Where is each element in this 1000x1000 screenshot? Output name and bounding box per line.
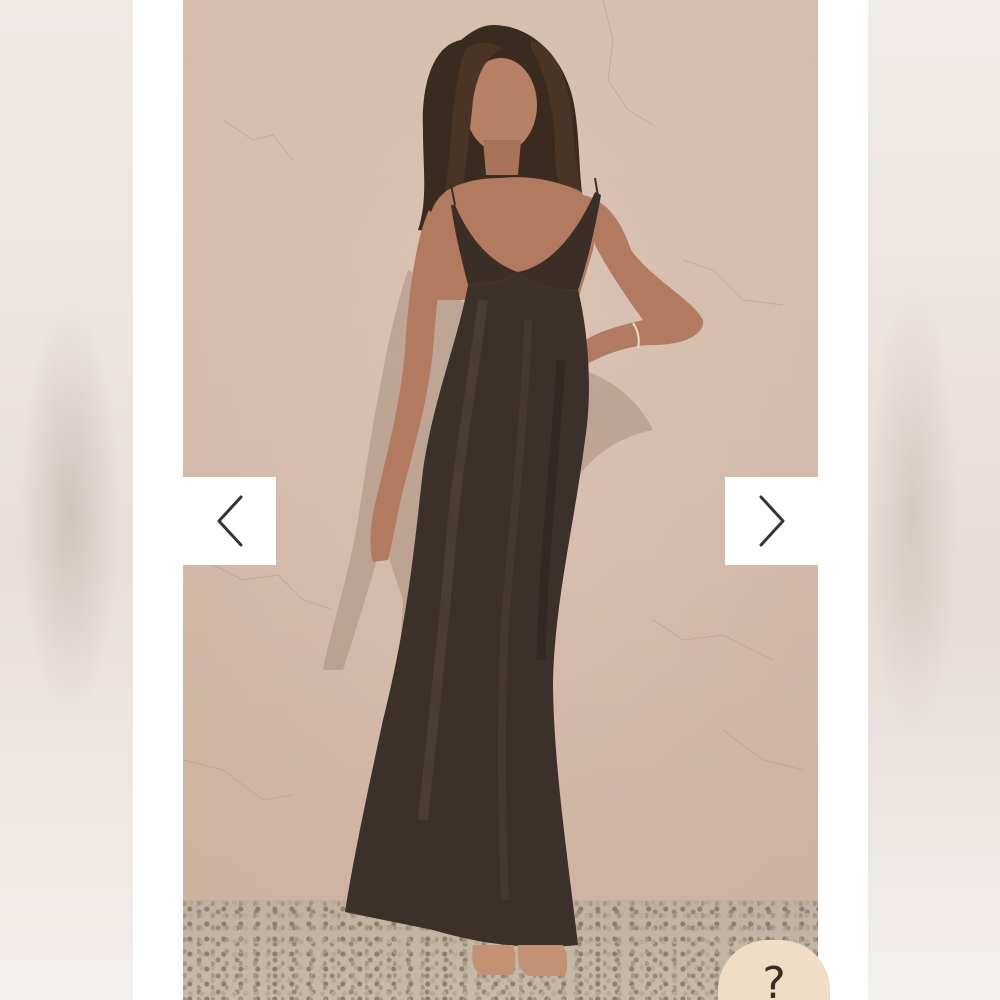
product-photo [183, 0, 818, 1000]
blurred-background-right [868, 0, 1000, 1000]
model-figure [323, 25, 704, 976]
next-image-button[interactable] [725, 477, 818, 565]
help-icon: ? [762, 958, 786, 1000]
product-image-viewer: ? [0, 0, 1000, 1000]
chevron-left-icon [217, 495, 242, 547]
previous-image-button[interactable] [183, 477, 276, 565]
chevron-right-icon [759, 495, 784, 547]
blurred-background-left [0, 0, 133, 1000]
